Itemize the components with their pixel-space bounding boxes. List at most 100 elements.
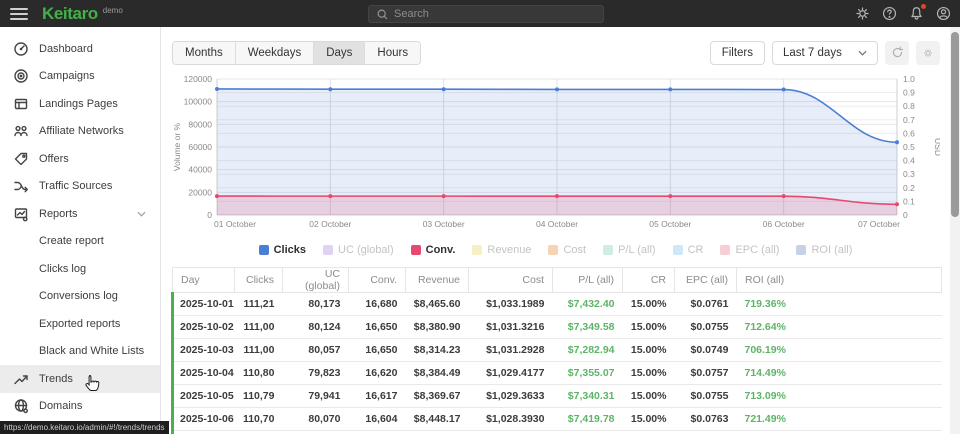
legend-item-conv-[interactable]: Conv. bbox=[411, 244, 456, 256]
svg-text:03 October: 03 October bbox=[423, 219, 465, 229]
tab-days[interactable]: Days bbox=[314, 42, 365, 64]
table-row[interactable]: 2025-10-01111,2180,17316,680$8,465.60$1,… bbox=[173, 293, 942, 316]
cell-day: 2025-10-03 bbox=[173, 339, 235, 362]
cell-roi-all-: 721.49% bbox=[737, 408, 942, 431]
top-bar: Keitaro demo bbox=[0, 0, 960, 27]
cell-p-l-all-: $7,340.31 bbox=[553, 385, 623, 408]
legend-item-epc-all-[interactable]: EPC (all) bbox=[720, 244, 779, 256]
sidebar-item-campaigns[interactable]: Campaigns bbox=[0, 63, 160, 91]
cell-p-l-all-: $7,355.07 bbox=[553, 362, 623, 385]
reports-icon bbox=[13, 206, 29, 222]
sidebar-item-landings-pages[interactable]: Landings Pages bbox=[0, 90, 160, 118]
cell-cost: $1,033.1989 bbox=[469, 293, 553, 316]
column-header-uc-global-[interactable]: UC (global) bbox=[283, 268, 349, 293]
cell-cr: 15.00% bbox=[623, 293, 675, 316]
legend-item-revenue[interactable]: Revenue bbox=[472, 244, 531, 256]
sidebar-item-exported-reports[interactable]: Exported reports bbox=[0, 310, 160, 338]
chart-settings-button[interactable] bbox=[916, 41, 940, 65]
column-header-p-l-all-[interactable]: P/L (all) bbox=[553, 268, 623, 293]
column-header-conv-[interactable]: Conv. bbox=[349, 268, 406, 293]
table-row[interactable]: 2025-10-02111,0080,12416,650$8,380.90$1,… bbox=[173, 316, 942, 339]
date-range-select[interactable]: Last 7 days bbox=[772, 41, 878, 65]
cell-conv-: 16,650 bbox=[349, 339, 406, 362]
sidebar-item-offers[interactable]: Offers bbox=[0, 145, 160, 173]
legend-label: UC (global) bbox=[338, 244, 394, 256]
tab-months[interactable]: Months bbox=[173, 42, 236, 64]
trends-chart[interactable]: 02000040000600008000010000012000000.10.2… bbox=[171, 69, 940, 237]
legend-item-cost[interactable]: Cost bbox=[548, 244, 586, 256]
global-search[interactable] bbox=[368, 5, 604, 23]
column-header-day[interactable]: Day bbox=[173, 268, 235, 293]
legend-swatch bbox=[673, 245, 683, 255]
column-header-cost[interactable]: Cost bbox=[469, 268, 553, 293]
app-logo: Keitaro bbox=[42, 4, 98, 24]
legend-swatch bbox=[603, 245, 613, 255]
chart-legend: Clicks UC (global) Conv. Revenue Cost P/L (al… bbox=[161, 239, 950, 261]
column-header-cr[interactable]: CR bbox=[623, 268, 675, 293]
legend-item-p-l-all-[interactable]: P/L (all) bbox=[603, 244, 656, 256]
sidebar-item-create-report[interactable]: Create report bbox=[0, 228, 160, 256]
page-scrollbar[interactable] bbox=[950, 27, 960, 434]
column-header-revenue[interactable]: Revenue bbox=[406, 268, 469, 293]
cell-day: 2025-10-02 bbox=[173, 316, 235, 339]
cell-conv-: 16,620 bbox=[349, 362, 406, 385]
sidebar-item-dashboard[interactable]: Dashboard bbox=[0, 35, 160, 63]
search-input[interactable] bbox=[394, 8, 584, 20]
sidebar-item-trends[interactable]: Trends bbox=[0, 365, 160, 393]
column-header-roi-all-[interactable]: ROI (all) bbox=[737, 268, 942, 293]
cell-clicks: 111,21 bbox=[235, 293, 283, 316]
gear-icon bbox=[922, 47, 934, 59]
legend-swatch bbox=[472, 245, 482, 255]
cell-clicks: 110,79 bbox=[235, 385, 283, 408]
help-icon[interactable] bbox=[881, 5, 898, 22]
main-content: MonthsWeekdaysDaysHours Filters Last 7 d… bbox=[161, 27, 950, 434]
cell-epc-all-: $0.0761 bbox=[675, 293, 737, 316]
svg-text:0.9: 0.9 bbox=[903, 88, 915, 98]
tab-hours[interactable]: Hours bbox=[365, 42, 420, 64]
legend-item-clicks[interactable]: Clicks bbox=[259, 244, 306, 256]
cell-epc-all-: $0.0755 bbox=[675, 385, 737, 408]
sidebar-item-conversions-log[interactable]: Conversions log bbox=[0, 283, 160, 311]
column-header-epc-all-[interactable]: EPC (all) bbox=[675, 268, 737, 293]
scrollbar-thumb[interactable] bbox=[951, 32, 959, 217]
cell-cost: $1,031.3216 bbox=[469, 316, 553, 339]
cell-revenue: $4,777.71 bbox=[406, 431, 469, 434]
cell-cr: 15.00% bbox=[623, 362, 675, 385]
svg-text:0.2: 0.2 bbox=[903, 183, 915, 193]
table-row[interactable]: 2025-10-03111,0080,05716,650$8,314.23$1,… bbox=[173, 339, 942, 362]
svg-text:0: 0 bbox=[207, 210, 212, 220]
table-row[interactable]: 2025-10-06110,7080,07016,604$8,448.17$1,… bbox=[173, 408, 942, 431]
settings-gear-icon[interactable] bbox=[854, 5, 871, 22]
cell-clicks: 110,80 bbox=[235, 362, 283, 385]
cell-cost: $1,029.3633 bbox=[469, 385, 553, 408]
notification-badge bbox=[921, 4, 926, 9]
cell-cost: $1,029.4177 bbox=[469, 362, 553, 385]
cell-epc-all-: $0.0763 bbox=[675, 408, 737, 431]
notifications-bell-icon[interactable] bbox=[908, 5, 925, 22]
sidebar-item-reports[interactable]: Reports bbox=[0, 200, 160, 228]
column-header-clicks[interactable]: Clicks bbox=[235, 268, 283, 293]
cell-conv-: 16,604 bbox=[349, 408, 406, 431]
menu-icon[interactable] bbox=[10, 8, 28, 20]
trends-toolbar: MonthsWeekdaysDaysHours Filters Last 7 d… bbox=[171, 40, 940, 65]
filters-button[interactable]: Filters bbox=[710, 41, 765, 65]
table-row[interactable]: 2025-10-05110,7979,94116,617$8,369.67$1,… bbox=[173, 385, 942, 408]
sidebar-item-traffic-sources[interactable]: Traffic Sources bbox=[0, 173, 160, 201]
sidebar-item-clicks-log[interactable]: Clicks log bbox=[0, 255, 160, 283]
legend-item-uc-global-[interactable]: UC (global) bbox=[323, 244, 394, 256]
account-avatar-icon[interactable] bbox=[935, 5, 952, 22]
table-row[interactable]: 2025-10-04110,8079,82316,620$8,384.49$1,… bbox=[173, 362, 942, 385]
tab-weekdays[interactable]: Weekdays bbox=[236, 42, 314, 64]
svg-text:05 October: 05 October bbox=[649, 219, 691, 229]
status-url: https://demo.keitaro.io/admin/#!/trends/… bbox=[0, 421, 169, 434]
cell-clicks: 64,16 bbox=[235, 431, 283, 434]
table-row[interactable]: 2025-10-0764,1644,1579,444$4,777.71$592.… bbox=[173, 431, 942, 434]
cell-day: 2025-10-05 bbox=[173, 385, 235, 408]
sidebar-item-black-and-white-lists[interactable]: Black and White Lists bbox=[0, 338, 160, 366]
svg-text:0.5: 0.5 bbox=[903, 142, 915, 152]
legend-item-cr[interactable]: CR bbox=[673, 244, 704, 256]
refresh-button[interactable] bbox=[885, 41, 909, 65]
sidebar-item-domains[interactable]: Domains bbox=[0, 393, 160, 421]
legend-item-roi-all-[interactable]: ROI (all) bbox=[796, 244, 852, 256]
sidebar-item-affiliate-networks[interactable]: Affiliate Networks bbox=[0, 118, 160, 146]
